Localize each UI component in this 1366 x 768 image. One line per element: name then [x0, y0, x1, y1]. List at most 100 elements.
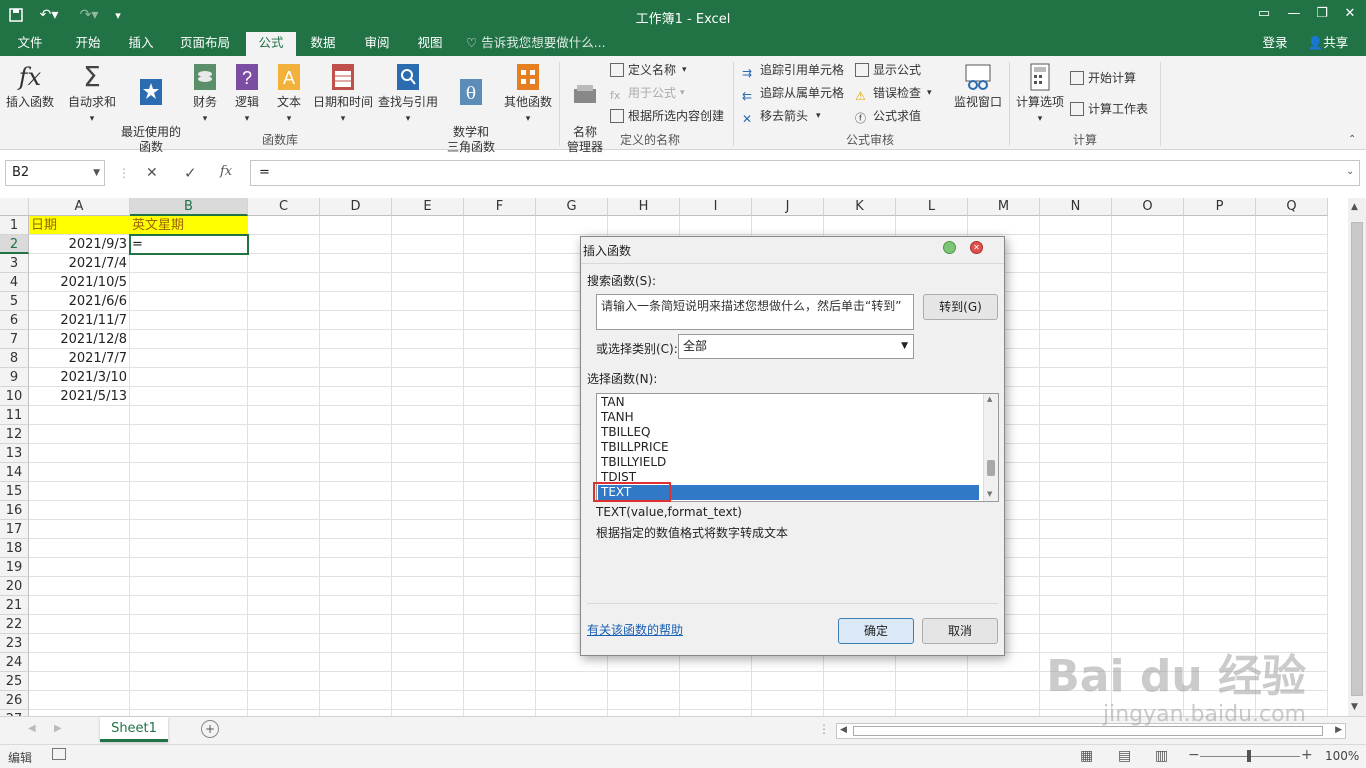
cell[interactable] — [320, 368, 392, 387]
date-cell[interactable]: 2021/12/8 — [29, 330, 130, 349]
column-header[interactable]: L — [896, 198, 968, 216]
cell[interactable] — [392, 615, 464, 634]
cell[interactable] — [1112, 463, 1184, 482]
cell[interactable] — [608, 216, 680, 235]
create-from-selection-button[interactable]: 根据所选内容创建 — [610, 106, 724, 126]
cell[interactable] — [29, 691, 130, 710]
macro-record-icon[interactable] — [52, 748, 66, 760]
cell[interactable] — [130, 444, 248, 463]
cell[interactable] — [130, 387, 248, 406]
cell[interactable] — [464, 406, 536, 425]
cell[interactable] — [464, 216, 536, 235]
sheet-tab-sheet1[interactable]: Sheet1 — [100, 717, 168, 742]
cell[interactable] — [1040, 444, 1112, 463]
cell[interactable] — [1040, 330, 1112, 349]
cell[interactable] — [464, 596, 536, 615]
cell[interactable] — [320, 520, 392, 539]
cell[interactable] — [1112, 501, 1184, 520]
cell[interactable] — [248, 368, 320, 387]
row-header[interactable]: 23 — [0, 634, 29, 653]
list-item[interactable]: TBILLPRICE — [601, 440, 981, 455]
cell[interactable] — [320, 235, 392, 254]
cell[interactable] — [1112, 520, 1184, 539]
dialog-help-icon[interactable] — [943, 241, 956, 254]
row-header[interactable]: 26 — [0, 691, 29, 710]
cell[interactable] — [1040, 539, 1112, 558]
cell[interactable] — [392, 691, 464, 710]
column-header[interactable]: Q — [1256, 198, 1328, 216]
cell[interactable] — [130, 273, 248, 292]
tab-formulas[interactable]: 公式 — [246, 32, 296, 56]
function-help-link[interactable]: 有关该函数的帮助 — [587, 621, 683, 638]
more-functions-button[interactable]: 其他函数 ▾ — [502, 62, 554, 127]
cell[interactable] — [248, 558, 320, 577]
cell[interactable] — [1184, 577, 1256, 596]
cell[interactable] — [320, 596, 392, 615]
cell[interactable] — [29, 539, 130, 558]
cell[interactable] — [824, 216, 896, 235]
cell[interactable] — [1040, 520, 1112, 539]
close-icon[interactable]: ✕ — [1336, 4, 1364, 24]
cell[interactable] — [1040, 368, 1112, 387]
zoom-slider-thumb[interactable] — [1247, 750, 1251, 762]
cell[interactable] — [536, 691, 608, 710]
cell-a1[interactable]: 日期 — [29, 216, 130, 235]
cell[interactable] — [968, 691, 1040, 710]
column-header[interactable]: M — [968, 198, 1040, 216]
tab-insert[interactable]: 插入 — [118, 32, 164, 56]
category-dropdown-icon[interactable]: ▼ — [901, 335, 908, 358]
cell[interactable] — [248, 406, 320, 425]
cell[interactable] — [1256, 558, 1328, 577]
cell[interactable] — [1112, 235, 1184, 254]
cell[interactable] — [1040, 349, 1112, 368]
cell[interactable] — [320, 634, 392, 653]
cell[interactable] — [1112, 558, 1184, 577]
cell[interactable] — [130, 311, 248, 330]
cell[interactable] — [464, 577, 536, 596]
cell[interactable] — [320, 444, 392, 463]
cell[interactable] — [464, 653, 536, 672]
cell[interactable] — [1040, 615, 1112, 634]
cell[interactable] — [392, 577, 464, 596]
name-box[interactable]: B2 ▼ — [5, 160, 105, 186]
horizontal-scroll-thumb[interactable] — [853, 726, 1323, 736]
column-header[interactable]: J — [752, 198, 824, 216]
date-cell[interactable]: 2021/11/7 — [29, 311, 130, 330]
cell[interactable] — [248, 501, 320, 520]
column-header[interactable]: D — [320, 198, 392, 216]
cell[interactable] — [392, 501, 464, 520]
row-header[interactable]: 24 — [0, 653, 29, 672]
cell[interactable] — [248, 425, 320, 444]
cell[interactable] — [464, 520, 536, 539]
cell[interactable] — [29, 672, 130, 691]
cell[interactable] — [1040, 406, 1112, 425]
cell[interactable] — [392, 653, 464, 672]
row-header[interactable]: 6 — [0, 311, 29, 330]
cell[interactable] — [680, 672, 752, 691]
cell[interactable] — [464, 273, 536, 292]
cell[interactable] — [1112, 273, 1184, 292]
minimize-icon[interactable]: — — [1280, 4, 1308, 24]
cell[interactable] — [320, 463, 392, 482]
cell[interactable] — [392, 406, 464, 425]
cancel-entry-icon[interactable]: ✕ — [146, 165, 158, 181]
cell[interactable] — [1256, 349, 1328, 368]
row-header[interactable]: 14 — [0, 463, 29, 482]
row-header[interactable]: 18 — [0, 539, 29, 558]
tab-review[interactable]: 审阅 — [354, 32, 400, 56]
cell[interactable] — [1256, 311, 1328, 330]
cell[interactable] — [1184, 615, 1256, 634]
row-header[interactable]: 8 — [0, 349, 29, 368]
cell[interactable] — [1256, 368, 1328, 387]
cell[interactable] — [248, 672, 320, 691]
row-header[interactable]: 3 — [0, 254, 29, 273]
cell[interactable] — [1184, 463, 1256, 482]
cell[interactable] — [29, 653, 130, 672]
expand-formula-bar-icon[interactable]: ⌄ — [1346, 166, 1354, 177]
cell[interactable] — [320, 501, 392, 520]
cell[interactable] — [29, 482, 130, 501]
cell[interactable] — [320, 273, 392, 292]
dialog-close-icon[interactable]: ✕ — [970, 241, 983, 254]
cell[interactable] — [1040, 216, 1112, 235]
insert-function-fx-icon[interactable]: fx — [220, 164, 232, 179]
